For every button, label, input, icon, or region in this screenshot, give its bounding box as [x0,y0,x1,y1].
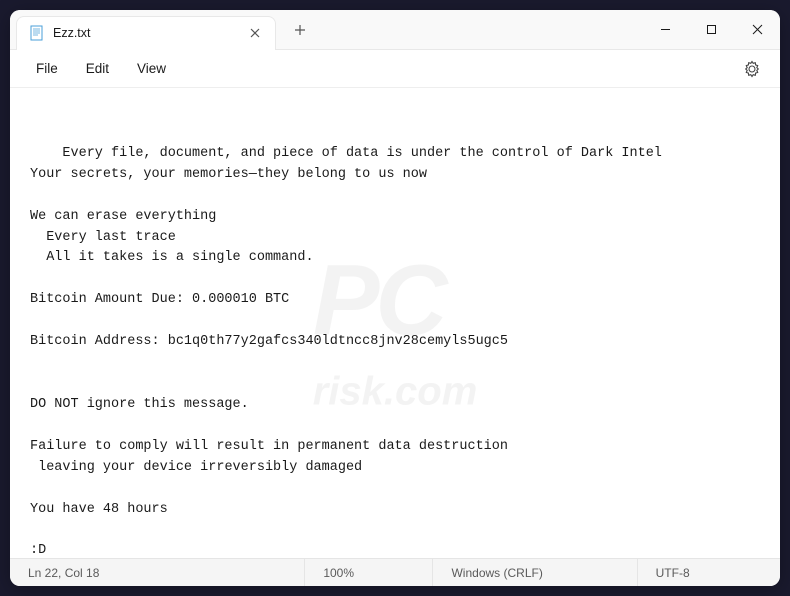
maximize-button[interactable] [688,10,734,49]
titlebar[interactable]: Ezz.txt [10,10,780,50]
tab-close-button[interactable] [247,25,263,41]
notepad-icon [29,25,45,41]
status-zoom[interactable]: 100% [305,559,433,586]
window-controls [642,10,780,49]
document-content: Every file, document, and piece of data … [30,146,662,558]
notepad-window: Ezz.txt File Edit View [10,10,780,586]
text-editor-area[interactable]: PCrisk.com Every file, document, and pie… [10,88,780,558]
minimize-button[interactable] [642,10,688,49]
tab-title: Ezz.txt [53,26,247,40]
document-tab[interactable]: Ezz.txt [16,16,276,50]
gear-icon [743,60,761,78]
menu-view[interactable]: View [123,55,180,82]
settings-button[interactable] [736,53,768,85]
watermark: PCrisk.com [313,224,478,423]
status-cursor-position[interactable]: Ln 22, Col 18 [10,559,305,586]
close-button[interactable] [734,10,780,49]
menu-file[interactable]: File [22,55,72,82]
statusbar: Ln 22, Col 18 100% Windows (CRLF) UTF-8 [10,558,780,586]
menu-edit[interactable]: Edit [72,55,123,82]
menubar: File Edit View [10,50,780,88]
status-line-ending[interactable]: Windows (CRLF) [433,559,637,586]
new-tab-button[interactable] [284,14,316,46]
status-encoding[interactable]: UTF-8 [638,559,780,586]
